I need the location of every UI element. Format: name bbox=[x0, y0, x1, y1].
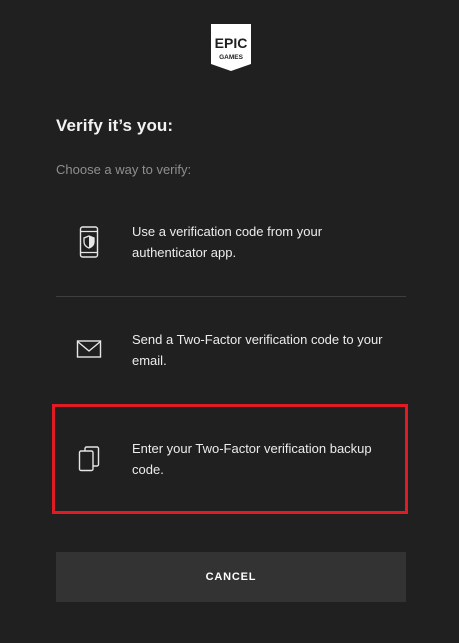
option-email-label: Send a Two-Factor verification code to y… bbox=[132, 332, 383, 368]
cancel-button[interactable]: CANCEL bbox=[56, 552, 406, 602]
option-email-code[interactable]: Send a Two-Factor verification code to y… bbox=[56, 297, 406, 397]
page-subtitle: Choose a way to verify: bbox=[56, 162, 192, 177]
option-backup-code[interactable]: Enter your Two-Factor verification backu… bbox=[56, 405, 406, 515]
epic-games-logo: EPIC GAMES bbox=[209, 22, 253, 73]
option-authenticator-label: Use a verification code from your authen… bbox=[132, 224, 323, 260]
copy-pages-icon bbox=[76, 443, 102, 475]
logo-epic-text: EPIC bbox=[215, 35, 248, 51]
option-authenticator-app[interactable]: Use a verification code from your authen… bbox=[56, 200, 406, 296]
logo-games-text: GAMES bbox=[219, 54, 244, 61]
page-title: Verify it’s you: bbox=[56, 116, 174, 135]
envelope-icon bbox=[76, 333, 102, 365]
phone-shield-icon bbox=[76, 226, 102, 258]
option-backup-label: Enter your Two-Factor verification backu… bbox=[132, 441, 372, 477]
